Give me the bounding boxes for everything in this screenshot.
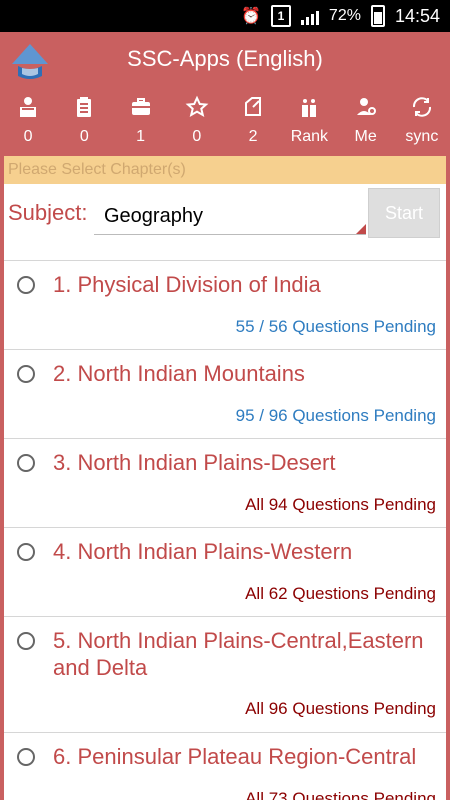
metric-label: 0	[192, 128, 202, 145]
radio-button[interactable]	[17, 454, 35, 472]
pending-count: 55 / 56 Questions Pending	[235, 317, 436, 336]
chapter-item[interactable]: 5. North Indian Plains-Central,Eastern a…	[4, 616, 446, 732]
chapter-item[interactable]: 1. Physical Division of India 55 / 56 Qu…	[4, 260, 446, 349]
metric-read[interactable]: 0	[0, 90, 56, 146]
star-icon	[185, 90, 209, 124]
reading-icon	[16, 90, 40, 124]
clock: 14:54	[394, 5, 440, 26]
subject-dropdown[interactable]: Geography	[94, 194, 366, 235]
app-bar: SSC-Apps (English)	[0, 32, 450, 90]
metric-label: Rank	[290, 128, 329, 145]
chapter-panel: Please Select Chapter(s) Subject: Geogra…	[4, 156, 446, 800]
metric-briefcase[interactable]: 1	[113, 90, 169, 146]
radio-button[interactable]	[17, 365, 35, 383]
pending-count: 95 / 96 Questions Pending	[235, 406, 436, 425]
metric-label: 0	[23, 128, 33, 145]
radio-button[interactable]	[17, 543, 35, 561]
metrics-bar: 0 0 1 0 2 Rank Me sync	[0, 90, 450, 156]
briefcase-icon	[129, 90, 153, 124]
chapter-item[interactable]: 6. Peninsular Plateau Region-Central All…	[4, 732, 446, 800]
subject-value: Geography	[104, 205, 203, 227]
profile-settings-icon	[354, 90, 378, 124]
metric-label: 0	[79, 128, 89, 145]
start-button[interactable]: Start	[368, 188, 440, 238]
pending-count: All 94 Questions Pending	[245, 495, 436, 514]
radio-button[interactable]	[17, 632, 35, 650]
edit-icon	[241, 90, 265, 124]
sync-icon	[410, 90, 434, 124]
metric-sync[interactable]: sync	[394, 90, 450, 146]
metric-rank[interactable]: Rank	[281, 90, 337, 146]
dropdown-arrow-icon	[356, 224, 366, 234]
pending-count: All 62 Questions Pending	[245, 584, 436, 603]
battery-percent: 72%	[328, 7, 361, 24]
chapter-title: 5. North Indian Plains-Central,Eastern a…	[53, 628, 424, 680]
chapter-title: 2. North Indian Mountains	[53, 361, 305, 386]
chapter-item[interactable]: 2. North Indian Mountains 95 / 96 Questi…	[4, 349, 446, 438]
metric-star[interactable]: 0	[169, 90, 225, 146]
chapter-item[interactable]: 3. North Indian Plains-Desert All 94 Que…	[4, 438, 446, 527]
rank-icon	[297, 90, 321, 124]
metric-label: sync	[405, 128, 439, 145]
status-bar: ⏰ 1 72% 14:54	[0, 0, 450, 32]
chapter-title: 1. Physical Division of India	[53, 272, 321, 297]
metric-label: 1	[136, 128, 146, 145]
notification-badge: 1	[270, 5, 291, 27]
clipboard-icon	[72, 90, 96, 124]
battery-icon	[370, 5, 385, 27]
page-title: SSC-Apps (English)	[127, 46, 323, 71]
pending-count: All 73 Questions Pending	[245, 789, 436, 800]
metric-me[interactable]: Me	[338, 90, 394, 146]
select-chapters-notice: Please Select Chapter(s)	[4, 156, 446, 184]
chapter-title: 3. North Indian Plains-Desert	[53, 450, 336, 475]
chapter-item[interactable]: 4. North Indian Plains-Western All 62 Qu…	[4, 527, 446, 616]
radio-button[interactable]	[17, 748, 35, 766]
metric-clipboard[interactable]: 0	[56, 90, 112, 146]
signal-icon	[300, 7, 319, 25]
metric-label: 2	[248, 128, 258, 145]
chapter-title: 4. North Indian Plains-Western	[53, 539, 353, 564]
chapter-title: 6. Peninsular Plateau Region-Central	[53, 744, 417, 769]
metric-edit[interactable]: 2	[225, 90, 281, 146]
subject-label: Subject:	[8, 200, 88, 225]
radio-button[interactable]	[17, 276, 35, 294]
pending-count: All 96 Questions Pending	[245, 699, 436, 718]
subject-row: Subject: Geography Start	[4, 184, 446, 260]
alarm-icon: ⏰	[241, 8, 261, 25]
metric-label: Me	[354, 128, 377, 145]
